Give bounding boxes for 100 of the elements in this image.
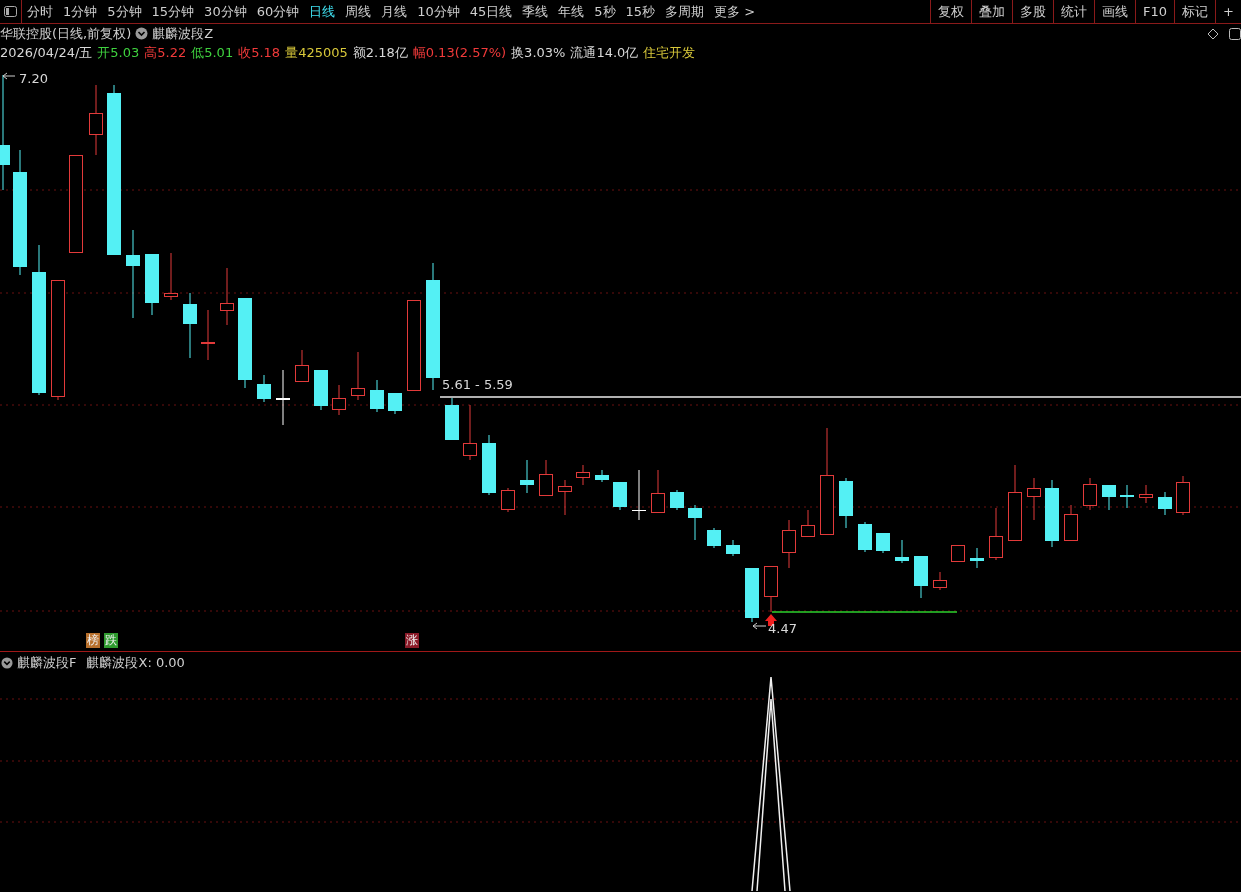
quote-field: 量425005 xyxy=(285,43,348,62)
candlestick xyxy=(914,555,928,599)
candlestick xyxy=(839,477,853,529)
candlestick xyxy=(220,267,234,326)
quote-field: 流通14.0亿 xyxy=(570,43,639,62)
toolbar-button[interactable]: 多股 xyxy=(1012,0,1054,23)
candlestick xyxy=(1102,484,1116,511)
candlestick xyxy=(726,539,740,557)
candlestick xyxy=(595,469,609,483)
toolbar-button[interactable]: 画线 xyxy=(1094,0,1136,23)
candlestick xyxy=(145,253,159,316)
candlestick xyxy=(576,464,590,486)
signal-tag: 涨 xyxy=(405,633,419,648)
candlestick xyxy=(295,349,309,383)
candlestick xyxy=(558,479,572,516)
period-tab[interactable]: 1分钟 xyxy=(58,0,103,23)
candlestick xyxy=(314,369,328,411)
candlestick xyxy=(1083,477,1097,511)
candlestick xyxy=(89,84,103,156)
candlestick xyxy=(463,404,477,461)
candlestick xyxy=(482,434,496,496)
quote-field: 住宅开发 xyxy=(643,43,696,62)
indicator-reading: 麒麟波段X: 0.00 xyxy=(86,654,185,671)
period-tab[interactable]: 周线 xyxy=(340,0,377,23)
toolbar-button[interactable]: F10 xyxy=(1135,0,1175,23)
candlestick xyxy=(520,459,534,494)
toolbar-button[interactable]: + xyxy=(1215,0,1241,23)
candlestick xyxy=(1139,484,1153,504)
period-tab[interactable]: 分时 xyxy=(22,0,58,23)
dropdown-icon[interactable] xyxy=(1,656,13,669)
period-tab[interactable]: 30分钟 xyxy=(199,0,252,23)
toolbar-button[interactable]: 叠加 xyxy=(971,0,1013,23)
candlestick xyxy=(539,459,553,497)
candlestick xyxy=(1027,477,1041,521)
candlestick xyxy=(895,539,909,564)
candlestick xyxy=(388,392,402,415)
low-price-label: 4.47 xyxy=(768,621,797,636)
period-tab[interactable]: 5分钟 xyxy=(102,0,147,23)
period-tab[interactable]: 15分钟 xyxy=(146,0,200,23)
quote-field: 高5.22 xyxy=(144,43,187,62)
candlestick xyxy=(276,369,290,426)
candlestick xyxy=(370,379,384,413)
candlestick xyxy=(632,469,646,521)
candlestick xyxy=(951,544,965,563)
candlestick xyxy=(164,252,178,301)
candlestick xyxy=(989,507,1003,561)
candlestick xyxy=(782,519,796,569)
candlestick xyxy=(1045,479,1059,548)
candlestick xyxy=(707,527,721,549)
candlestick xyxy=(688,504,702,541)
period-tab[interactable]: 更多 > xyxy=(709,0,761,23)
candlestick xyxy=(445,397,459,441)
quote-field: 2026/04/24/五 xyxy=(0,43,93,62)
period-tab[interactable]: 月线 xyxy=(376,0,413,23)
candlestick xyxy=(801,509,815,538)
toolbar-button[interactable]: 复权 xyxy=(930,0,972,23)
period-tab[interactable]: 15秒 xyxy=(620,0,661,23)
period-tab[interactable]: 日线 xyxy=(304,0,341,23)
period-tab[interactable]: 45日线 xyxy=(464,0,518,23)
candlestick xyxy=(745,567,759,623)
candlestick xyxy=(933,571,947,591)
period-tab[interactable]: 季线 xyxy=(517,0,554,23)
candlestick xyxy=(876,532,890,554)
candlestick xyxy=(201,309,215,361)
period-tab[interactable]: 10分钟 xyxy=(412,0,465,23)
candlestick xyxy=(970,547,984,569)
candlestick xyxy=(1064,504,1078,542)
low-pointer-icon xyxy=(752,622,767,630)
candlestick xyxy=(183,292,197,359)
toolbar-button[interactable]: 统计 xyxy=(1053,0,1095,23)
quote-field: 幅0.13(2.57%) xyxy=(412,43,507,62)
quote-field: 收5.18 xyxy=(238,43,281,62)
candlestick xyxy=(613,481,627,511)
quote-field: 低5.01 xyxy=(191,43,234,62)
candlestick xyxy=(670,489,684,511)
high-price-label: 7.20 xyxy=(19,71,48,86)
period-tab[interactable]: 60分钟 xyxy=(251,0,305,23)
quote-field: 换3.03% xyxy=(511,43,566,62)
candlestick xyxy=(501,487,515,513)
toolbar-button[interactable]: 标记 xyxy=(1174,0,1216,23)
indicator-name: 麒麟波段F xyxy=(17,654,77,671)
quote-field: 额2.18亿 xyxy=(352,43,408,62)
candlestick xyxy=(1120,484,1134,509)
period-tab[interactable]: 年线 xyxy=(553,0,590,23)
panel-icon[interactable] xyxy=(4,6,17,17)
candlestick xyxy=(332,384,346,416)
square-icon[interactable] xyxy=(1229,27,1241,40)
security-title: 华联控股(日线,前复权) xyxy=(0,25,132,43)
diamond-icon[interactable] xyxy=(1207,27,1219,40)
dropdown-icon[interactable] xyxy=(135,27,149,40)
up-arrow-icon xyxy=(765,614,777,626)
candlestick xyxy=(764,565,778,613)
candlestick xyxy=(1176,475,1190,516)
signal-tag: 跌 xyxy=(104,633,118,648)
period-tab[interactable]: 5秒 xyxy=(589,0,621,23)
high-pointer-icon xyxy=(2,72,16,80)
candlestick xyxy=(1158,491,1172,516)
range-label: 5.61 - 5.59 xyxy=(442,377,513,392)
period-tab[interactable]: 多周期 xyxy=(660,0,710,23)
indicator-name: 麒麟波段Z xyxy=(152,25,214,43)
